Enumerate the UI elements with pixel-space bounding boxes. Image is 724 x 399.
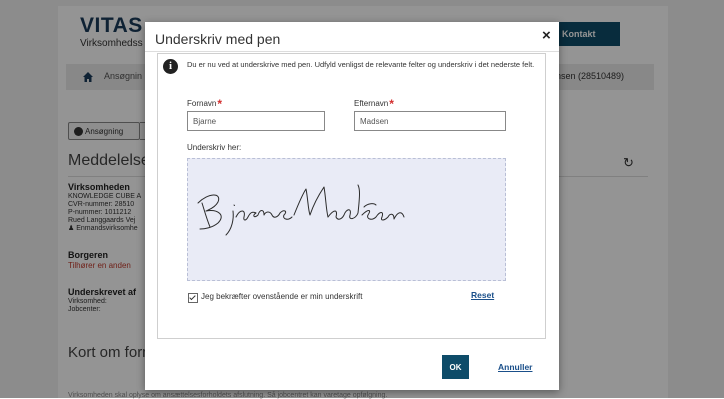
close-icon[interactable]: × — [542, 27, 551, 44]
last-name-label: Efternavn* — [354, 95, 394, 111]
dialog-title: Underskriv med pen — [155, 31, 281, 47]
last-name-label-text: Efternavn — [354, 99, 389, 108]
info-text: Du er nu ved at underskrive med pen. Udf… — [187, 60, 535, 69]
ok-button[interactable]: OK — [442, 355, 469, 379]
last-name-input[interactable] — [354, 111, 506, 131]
reset-link[interactable]: Reset — [471, 290, 494, 300]
required-marker: * — [217, 97, 223, 111]
confirm-checkbox[interactable] — [188, 293, 198, 303]
info-icon: i — [163, 59, 178, 74]
signature-canvas[interactable] — [187, 158, 506, 281]
first-name-label: Fornavn* — [187, 95, 223, 111]
sign-with-pen-dialog: Underskriv med pen × i Du er nu ved at u… — [145, 22, 559, 390]
required-marker: * — [389, 97, 394, 111]
cancel-button[interactable]: Annuller — [498, 362, 532, 372]
dialog-separator — [145, 51, 559, 52]
signature-label: Underskriv her: — [187, 143, 242, 152]
first-name-input[interactable] — [187, 111, 325, 131]
handwritten-signature — [197, 184, 405, 236]
confirm-label: Jeg bekræfter ovenstående er min undersk… — [201, 292, 363, 301]
first-name-label-text: Fornavn — [187, 99, 217, 108]
